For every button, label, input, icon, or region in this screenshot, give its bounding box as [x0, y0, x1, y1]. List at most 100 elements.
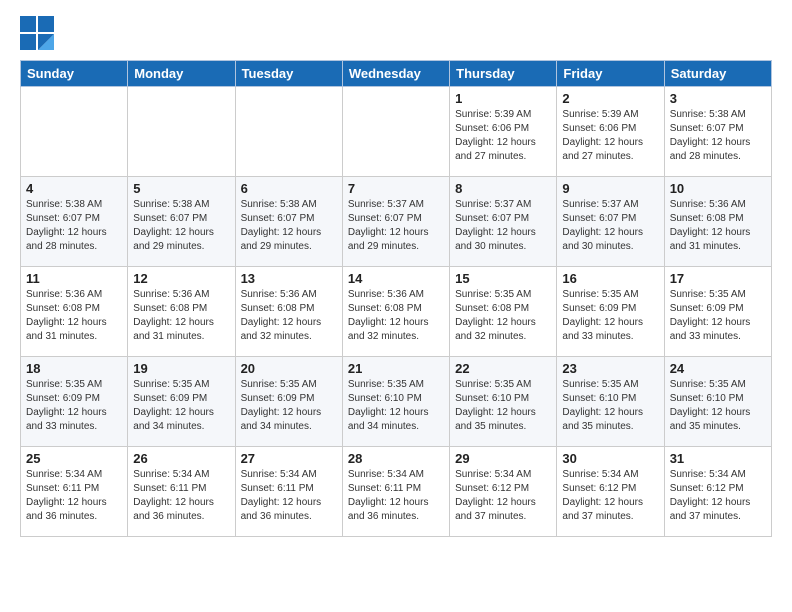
- calendar-cell: [342, 87, 449, 177]
- calendar-cell: 7Sunrise: 5:37 AM Sunset: 6:07 PM Daylig…: [342, 177, 449, 267]
- weekday-header: Tuesday: [235, 61, 342, 87]
- calendar-cell: [21, 87, 128, 177]
- day-number: 18: [26, 361, 122, 376]
- calendar-cell: 11 Sunrise: 5:36 AM Sunset: 6:08 PM Dayli…: [21, 267, 128, 357]
- day-number: 20: [241, 361, 337, 376]
- weekday-header: Saturday: [664, 61, 771, 87]
- calendar-cell: 31 Sunrise: 5:34 AM Sunset: 6:12 PM Dayli…: [664, 447, 771, 537]
- calendar-cell: 25Sunrise: 5:34 AM Sunset: 6:11 PM Dayli…: [21, 447, 128, 537]
- day-number: 17: [670, 271, 766, 286]
- calendar-week: 11 Sunrise: 5:36 AM Sunset: 6:08 PM Dayli…: [21, 267, 772, 357]
- calendar-cell: 26 Sunrise: 5:34 AM Sunset: 6:11 PM Dayli…: [128, 447, 235, 537]
- calendar-table: SundayMondayTuesdayWednesdayThursdayFrid…: [20, 60, 772, 537]
- day-info: Sunrise: 5:35 AM Sunset: 6:09 PM Dayligh…: [241, 378, 337, 434]
- day-number: 15: [455, 271, 551, 286]
- day-info: Sunrise: 5:34 AM Sunset: 6:11 PM Dayligh…: [348, 468, 444, 524]
- day-info: Sunrise: 5:36 AM Sunset: 6:08 PM Dayligh…: [348, 288, 444, 344]
- day-number: 10: [670, 181, 766, 196]
- day-number: 27: [241, 451, 337, 466]
- day-number: 31: [670, 451, 766, 466]
- calendar-week: 4 Sunrise: 5:38 AM Sunset: 6:07 PM Daylig…: [21, 177, 772, 267]
- day-number: 16: [562, 271, 658, 286]
- day-number: 26: [133, 451, 229, 466]
- calendar-cell: 5Sunrise: 5:38 AM Sunset: 6:07 PM Daylig…: [128, 177, 235, 267]
- calendar-cell: 8 Sunrise: 5:37 AM Sunset: 6:07 PM Daylig…: [450, 177, 557, 267]
- day-number: 6: [241, 181, 337, 196]
- calendar-cell: 21 Sunrise: 5:35 AM Sunset: 6:10 PM Dayli…: [342, 357, 449, 447]
- calendar-body: 1 Sunrise: 5:39 AM Sunset: 6:06 PM Daylig…: [21, 87, 772, 537]
- weekday-header: Thursday: [450, 61, 557, 87]
- day-info: Sunrise: 5:36 AM Sunset: 6:08 PM Dayligh…: [133, 288, 229, 344]
- day-number: 8: [455, 181, 551, 196]
- weekday-header: Monday: [128, 61, 235, 87]
- calendar-week: 1 Sunrise: 5:39 AM Sunset: 6:06 PM Daylig…: [21, 87, 772, 177]
- day-info: Sunrise: 5:39 AM Sunset: 6:06 PM Dayligh…: [455, 108, 551, 164]
- calendar-header: SundayMondayTuesdayWednesdayThursdayFrid…: [21, 61, 772, 87]
- header: [20, 16, 772, 50]
- calendar-cell: 19 Sunrise: 5:35 AM Sunset: 6:09 PM Dayli…: [128, 357, 235, 447]
- day-number: 28: [348, 451, 444, 466]
- day-info: Sunrise: 5:35 AM Sunset: 6:10 PM Dayligh…: [562, 378, 658, 434]
- day-number: 3: [670, 91, 766, 106]
- calendar-cell: 27 Sunrise: 5:34 AM Sunset: 6:11 PM Dayli…: [235, 447, 342, 537]
- day-number: 24: [670, 361, 766, 376]
- weekday-row: SundayMondayTuesdayWednesdayThursdayFrid…: [21, 61, 772, 87]
- day-info: Sunrise: 5:35 AM Sunset: 6:10 PM Dayligh…: [670, 378, 766, 434]
- calendar-cell: 6 Sunrise: 5:38 AM Sunset: 6:07 PM Daylig…: [235, 177, 342, 267]
- day-info: Sunrise: 5:38 AM Sunset: 6:07 PM Dayligh…: [670, 108, 766, 164]
- day-number: 30: [562, 451, 658, 466]
- day-number: 13: [241, 271, 337, 286]
- day-info: Sunrise: 5:37 AM Sunset: 6:07 PM Dayligh…: [562, 198, 658, 254]
- calendar-cell: 12 Sunrise: 5:36 AM Sunset: 6:08 PM Dayli…: [128, 267, 235, 357]
- calendar-cell: 22 Sunrise: 5:35 AM Sunset: 6:10 PM Dayli…: [450, 357, 557, 447]
- calendar-week: 18 Sunrise: 5:35 AM Sunset: 6:09 PM Dayli…: [21, 357, 772, 447]
- weekday-header: Wednesday: [342, 61, 449, 87]
- day-number: 14: [348, 271, 444, 286]
- day-info: Sunrise: 5:35 AM Sunset: 6:10 PM Dayligh…: [348, 378, 444, 434]
- day-info: Sunrise: 5:37 AM Sunset: 6:07 PM Dayligh…: [455, 198, 551, 254]
- day-info: Sunrise: 5:34 AM Sunset: 6:12 PM Dayligh…: [562, 468, 658, 524]
- day-number: 29: [455, 451, 551, 466]
- day-number: 2: [562, 91, 658, 106]
- weekday-header: Friday: [557, 61, 664, 87]
- calendar-cell: [128, 87, 235, 177]
- calendar-cell: 2 Sunrise: 5:39 AM Sunset: 6:06 PM Daylig…: [557, 87, 664, 177]
- calendar-cell: 14 Sunrise: 5:36 AM Sunset: 6:08 PM Dayli…: [342, 267, 449, 357]
- day-info: Sunrise: 5:38 AM Sunset: 6:07 PM Dayligh…: [241, 198, 337, 254]
- day-info: Sunrise: 5:35 AM Sunset: 6:10 PM Dayligh…: [455, 378, 551, 434]
- day-number: 11: [26, 271, 122, 286]
- calendar-cell: 4 Sunrise: 5:38 AM Sunset: 6:07 PM Daylig…: [21, 177, 128, 267]
- day-number: 5: [133, 181, 229, 196]
- day-number: 1: [455, 91, 551, 106]
- calendar-cell: 23 Sunrise: 5:35 AM Sunset: 6:10 PM Dayli…: [557, 357, 664, 447]
- day-info: Sunrise: 5:34 AM Sunset: 6:11 PM Dayligh…: [241, 468, 337, 524]
- calendar-cell: 9Sunrise: 5:37 AM Sunset: 6:07 PM Daylig…: [557, 177, 664, 267]
- day-info: Sunrise: 5:36 AM Sunset: 6:08 PM Dayligh…: [670, 198, 766, 254]
- day-number: 19: [133, 361, 229, 376]
- calendar-cell: 15 Sunrise: 5:35 AM Sunset: 6:08 PM Dayli…: [450, 267, 557, 357]
- calendar-cell: 13Sunrise: 5:36 AM Sunset: 6:08 PM Dayli…: [235, 267, 342, 357]
- day-number: 12: [133, 271, 229, 286]
- calendar-week: 25 Sunrise: 5:34 AM Sunset: 6:11 PM Dayli…: [21, 447, 772, 537]
- calendar-cell: 17 Sunrise: 5:35 AM Sunset: 6:09 PM Dayli…: [664, 267, 771, 357]
- day-info: Sunrise: 5:35 AM Sunset: 6:09 PM Dayligh…: [133, 378, 229, 434]
- day-info: Sunrise: 5:34 AM Sunset: 6:12 PM Dayligh…: [670, 468, 766, 524]
- calendar-cell: 3 Sunrise: 5:38 AM Sunset: 6:07 PM Daylig…: [664, 87, 771, 177]
- day-info: Sunrise: 5:39 AM Sunset: 6:06 PM Dayligh…: [562, 108, 658, 164]
- weekday-header: Sunday: [21, 61, 128, 87]
- calendar-cell: 1 Sunrise: 5:39 AM Sunset: 6:06 PM Daylig…: [450, 87, 557, 177]
- day-number: 25: [26, 451, 122, 466]
- day-info: Sunrise: 5:35 AM Sunset: 6:08 PM Dayligh…: [455, 288, 551, 344]
- day-number: 22: [455, 361, 551, 376]
- day-info: Sunrise: 5:35 AM Sunset: 6:09 PM Dayligh…: [670, 288, 766, 344]
- day-number: 23: [562, 361, 658, 376]
- calendar-cell: [235, 87, 342, 177]
- day-info: Sunrise: 5:34 AM Sunset: 6:11 PM Dayligh…: [133, 468, 229, 524]
- day-info: Sunrise: 5:36 AM Sunset: 6:08 PM Dayligh…: [26, 288, 122, 344]
- day-number: 21: [348, 361, 444, 376]
- day-info: Sunrise: 5:37 AM Sunset: 6:07 PM Dayligh…: [348, 198, 444, 254]
- day-info: Sunrise: 5:38 AM Sunset: 6:07 PM Dayligh…: [26, 198, 122, 254]
- calendar-cell: 29Sunrise: 5:34 AM Sunset: 6:12 PM Dayli…: [450, 447, 557, 537]
- logo-icon: [20, 16, 54, 50]
- day-number: 4: [26, 181, 122, 196]
